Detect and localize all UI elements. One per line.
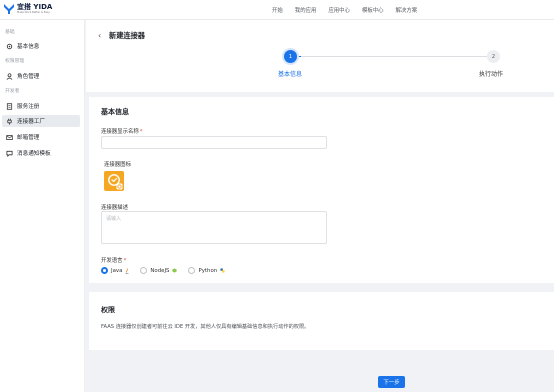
- description-placeholder: 请输入: [106, 216, 122, 222]
- top-nav: 开始 我的应用 应用中心 模板中心 解决方案: [272, 6, 417, 14]
- sidebar: 基础 基本信息 权限管理 角色管理 开发者 服务注册 连接器工厂 邮箱管理 消息…: [0, 20, 85, 392]
- sidebar-item-label: 消息通知模板: [17, 151, 51, 157]
- sidebar-group-developer: 开发者: [5, 89, 20, 94]
- permission-title: 权限: [101, 306, 115, 314]
- top-bar: 宜搭 YIDA Make Work Better & Easy 开始 我的应用 …: [0, 0, 554, 20]
- plug-icon: [6, 118, 13, 125]
- radio-nodejs[interactable]: NodeJS: [140, 267, 178, 274]
- logo[interactable]: 宜搭 YIDA Make Work Better & Easy: [3, 3, 52, 15]
- radio-java-dot[interactable]: [101, 267, 108, 274]
- radio-nodejs-label: NodeJS: [150, 267, 170, 274]
- radio-java-label: Java: [111, 267, 123, 274]
- sidebar-item-label: 邮箱管理: [17, 135, 40, 141]
- nav-my-apps[interactable]: 我的应用: [295, 6, 317, 14]
- dev-language-radio-group: Java NodeJS Python: [101, 267, 232, 274]
- nav-start[interactable]: 开始: [272, 6, 283, 14]
- connector-name-input[interactable]: [101, 136, 327, 149]
- next-step-button[interactable]: 下一步: [378, 376, 405, 388]
- connector-description-textarea[interactable]: 请输入: [101, 211, 327, 244]
- message-icon: [6, 150, 13, 157]
- connector-name-label: 连接器显示名称*: [101, 129, 143, 135]
- radio-java[interactable]: Java: [101, 267, 129, 274]
- step-2-label: 执行动作: [479, 71, 504, 78]
- nav-template-center[interactable]: 模板中心: [362, 6, 384, 14]
- nodejs-icon: [172, 268, 178, 273]
- page-title: 新建连接器: [109, 31, 145, 40]
- nav-solutions[interactable]: 解决方案: [396, 6, 418, 14]
- sidebar-item-connector-factory[interactable]: 连接器工厂: [2, 115, 80, 127]
- step-connector-line: [297, 56, 487, 57]
- sidebar-item-label: 角色管理: [17, 74, 40, 80]
- connector-glyph-icon: [108, 174, 123, 190]
- document-icon: [6, 102, 13, 110]
- nav-app-center[interactable]: 应用中心: [328, 6, 350, 14]
- radio-python-dot[interactable]: [188, 267, 196, 274]
- page-header: ‹ 新建连接器 1 2 基本信息 执行动作: [86, 20, 554, 92]
- sidebar-item-message-templates[interactable]: 消息通知模板: [2, 147, 80, 159]
- radio-nodejs-dot[interactable]: [140, 267, 148, 274]
- sidebar-item-service-registry[interactable]: 服务注册: [2, 100, 80, 112]
- sidebar-item-label: 连接器工厂: [17, 119, 45, 125]
- step-1-label: 基本信息: [278, 71, 303, 78]
- sidebar-group-basic: 基础: [5, 30, 15, 35]
- step-1-indicator: 1: [284, 50, 297, 63]
- sidebar-item-label: 基本信息: [17, 44, 40, 50]
- radio-python-label: Python: [198, 267, 218, 274]
- mail-icon: [6, 134, 13, 141]
- brand-name: 宜搭 YIDA: [17, 2, 53, 11]
- connector-icon-upload[interactable]: [104, 171, 124, 191]
- gear-icon: [6, 43, 13, 50]
- sidebar-group-permission: 权限管理: [5, 59, 25, 64]
- brand-subtitle: Make Work Better & Easy: [17, 10, 50, 14]
- step-2-indicator: 2: [487, 50, 500, 63]
- required-mark: *: [123, 258, 127, 264]
- connector-description-label: 连接器描述: [101, 205, 128, 211]
- permission-description: FAAS 连接器仅创建者可前往云 IDE 开发，其他人仅具有编辑基础信息和执行动…: [101, 324, 310, 330]
- step-connector-progress: [297, 56, 301, 57]
- dev-language-label: 开发语言*: [101, 258, 127, 264]
- java-icon: [125, 267, 129, 274]
- required-mark: *: [139, 129, 143, 135]
- back-chevron-icon[interactable]: ‹: [98, 31, 101, 40]
- sidebar-item-mailbox[interactable]: 邮箱管理: [2, 131, 80, 143]
- radio-python[interactable]: Python: [188, 267, 225, 274]
- sidebar-item-basic-info[interactable]: 基本信息: [2, 40, 80, 52]
- python-icon: [220, 268, 225, 273]
- sidebar-item-roles[interactable]: 角色管理: [2, 70, 80, 82]
- user-icon: [6, 72, 13, 80]
- yida-logo-icon: [3, 3, 15, 15]
- basic-info-title: 基本信息: [101, 108, 129, 116]
- sidebar-item-label: 服务注册: [17, 104, 40, 110]
- basic-info-card: 基本信息 连接器显示名称* 连接器图标 连接器描述 请输入 开发语言* Java…: [89, 97, 554, 283]
- connector-icon-label: 连接器图标: [104, 162, 131, 168]
- permission-card: 权限 FAAS 连接器仅创建者可前往云 IDE 开发，其他人仅具有编辑基础信息和…: [89, 292, 554, 350]
